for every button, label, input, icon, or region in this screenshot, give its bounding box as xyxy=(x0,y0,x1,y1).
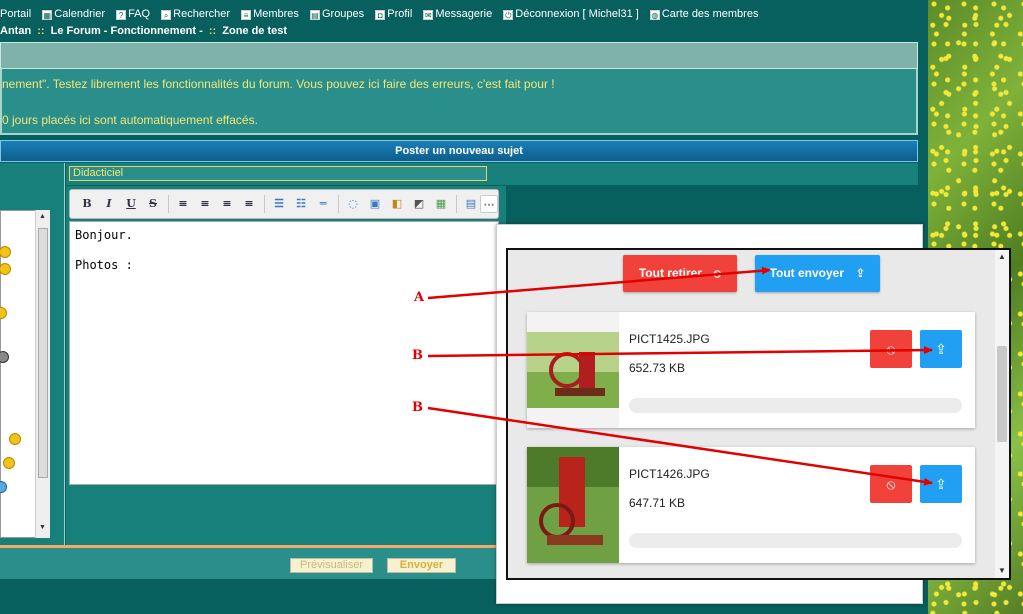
annotation-arrow-b2 xyxy=(427,406,933,486)
annotation-label-b: B xyxy=(412,348,423,363)
annotation-arrows xyxy=(427,266,933,486)
annotation-arrow-b1 xyxy=(427,346,933,358)
annotation-arrow-a xyxy=(427,266,771,300)
annotation-label-a: A xyxy=(414,290,425,305)
annotation-label-b: B xyxy=(412,400,423,415)
